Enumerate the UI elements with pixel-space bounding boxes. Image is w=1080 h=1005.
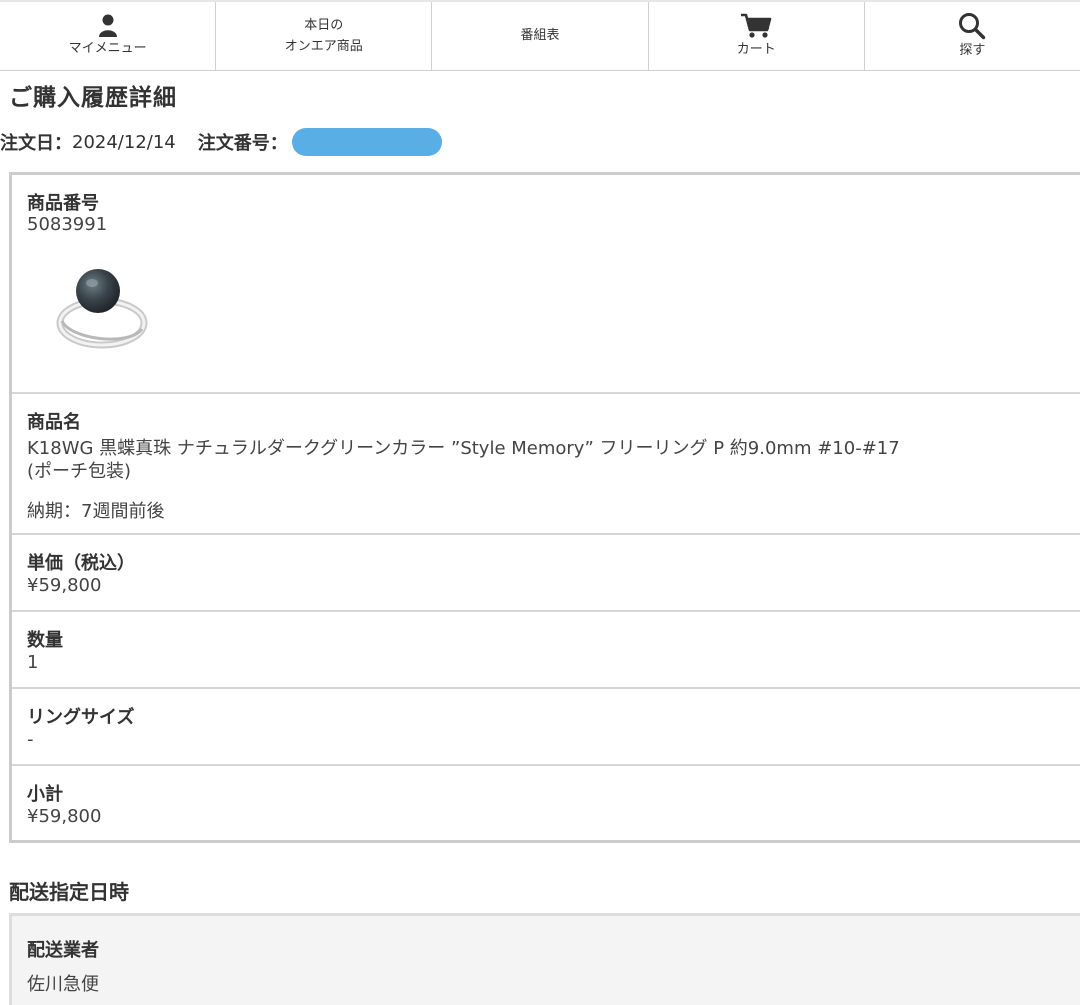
nav-today-onair-line1: 本日の xyxy=(304,18,344,33)
page-title: ご購入履歴詳細 xyxy=(9,85,177,111)
quantity-value: 1 xyxy=(27,652,39,673)
order-date-label: 注文日： xyxy=(0,133,72,154)
nav-my-menu-label: マイメニュー xyxy=(68,41,147,56)
person-icon xyxy=(98,14,117,37)
nav-today-onair[interactable]: 本日の オンエア商品 xyxy=(216,2,433,70)
unit-price-value: ¥59,800 xyxy=(27,575,102,596)
unit-price-row: 単価（税込） ¥59,800 xyxy=(12,535,1080,612)
ring-size-row: リングサイズ - xyxy=(12,689,1080,766)
subtotal-value: ¥59,800 xyxy=(27,806,102,827)
nav-my-menu[interactable]: マイメニュー xyxy=(0,2,217,70)
carrier-value: 佐川急便 xyxy=(27,974,99,995)
product-name-line2: (ポーチ包装) xyxy=(27,461,132,482)
subtotal-label: 小計 xyxy=(27,784,63,805)
product-number-value: 5083991 xyxy=(27,214,108,235)
order-item-panel: 商品番号 5083991 商品名 K18WG 黒蝶真珠 ナチュラルダークグリーン… xyxy=(9,172,1080,843)
product-name-label: 商品名 xyxy=(27,412,81,433)
quantity-row: 数量 1 xyxy=(12,612,1080,689)
cart-icon xyxy=(741,13,772,38)
nav-search[interactable]: 探す xyxy=(865,2,1080,70)
product-number-row: 商品番号 5083991 xyxy=(12,175,1080,394)
carrier-label: 配送業者 xyxy=(27,940,99,961)
product-name-row: 商品名 K18WG 黒蝶真珠 ナチュラルダークグリーンカラー ”Style Me… xyxy=(12,394,1080,535)
nav-program-guide-label: 番組表 xyxy=(520,28,560,43)
ring-size-value: - xyxy=(27,729,34,750)
product-ring-image[interactable] xyxy=(50,263,150,359)
subtotal-row: 小計 ¥59,800 xyxy=(12,766,1080,843)
nav-search-label: 探す xyxy=(959,43,986,58)
nav-today-onair-line2: オンエア商品 xyxy=(284,39,363,54)
nav-program-guide[interactable]: 番組表 xyxy=(432,2,649,70)
order-number-redaction xyxy=(291,128,442,156)
product-name-line1: K18WG 黒蝶真珠 ナチュラルダークグリーンカラー ”Style Memory… xyxy=(27,438,900,459)
ring-size-label: リングサイズ xyxy=(27,707,135,728)
top-navigation: マイメニュー 本日の オンエア商品 番組表 カート 探す xyxy=(0,0,1080,71)
unit-price-label: 単価（税込） xyxy=(27,553,135,574)
nav-cart[interactable]: カート xyxy=(649,2,865,70)
order-info: 注文日： 2024/12/14 注文番号： xyxy=(0,128,442,156)
quantity-label: 数量 xyxy=(27,630,63,651)
shipping-panel: 配送業者 佐川急便 xyxy=(9,913,1080,1005)
shipping-section-title: 配送指定日時 xyxy=(9,880,129,904)
order-number-label: 注文番号： xyxy=(197,133,288,154)
order-date-value: 2024/12/14 xyxy=(72,131,176,153)
product-number-label: 商品番号 xyxy=(27,193,99,214)
search-icon xyxy=(959,13,986,40)
nav-cart-label: カート xyxy=(736,42,776,57)
delivery-note: 納期：7週間前後 xyxy=(27,501,165,522)
